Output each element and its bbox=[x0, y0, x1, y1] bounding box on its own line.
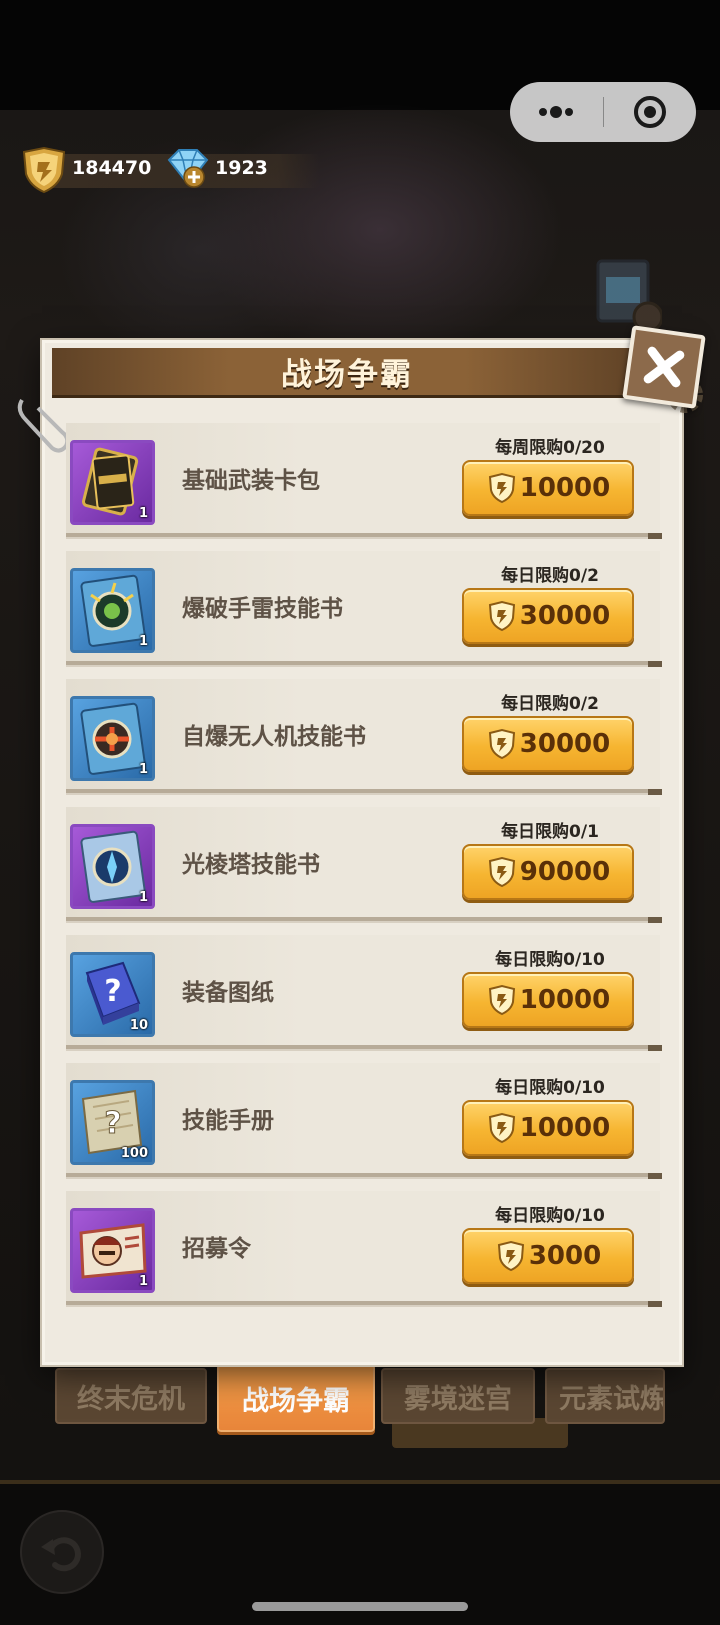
item-name: 技能手册 bbox=[182, 1108, 274, 1134]
buy-button[interactable]: 10000 bbox=[462, 1100, 634, 1156]
item-quantity: 1 bbox=[138, 890, 148, 905]
home-indicator[interactable] bbox=[252, 1602, 468, 1611]
shop-item-row: 1 爆破手雷技能书 每日限购0/2 30000 bbox=[66, 551, 662, 667]
panel-title: 战场争霸 bbox=[281, 357, 413, 393]
medal-count: 184470 bbox=[72, 157, 152, 179]
item-price: 10000 bbox=[519, 985, 611, 1015]
close-miniprogram-button[interactable] bbox=[604, 82, 697, 142]
mini-program-capsule bbox=[510, 82, 696, 142]
item-name: 招募令 bbox=[182, 1236, 251, 1262]
shop-tabs: 终末危机 战场争霸 雾境迷宫 元素试炼 bbox=[55, 1364, 665, 1438]
buy-button[interactable]: 90000 bbox=[462, 844, 634, 900]
add-diamond-icon[interactable] bbox=[183, 166, 205, 188]
bottom-band bbox=[0, 1480, 720, 1484]
tab-battlefield[interactable]: 战场争霸 bbox=[217, 1364, 375, 1432]
medal-coin-icon bbox=[488, 856, 515, 888]
item-name: 自爆无人机技能书 bbox=[182, 724, 366, 750]
prism-tower-skillbook-icon: 1 bbox=[70, 824, 155, 909]
item-name: 基础武装卡包 bbox=[182, 468, 320, 494]
item-price: 3000 bbox=[528, 1241, 602, 1271]
medal-coin-icon bbox=[488, 600, 515, 632]
item-name: 光棱塔技能书 bbox=[182, 852, 320, 878]
side-chest-icon bbox=[596, 259, 662, 333]
purchase-limit: 每日限购0/2 bbox=[501, 694, 599, 714]
purchase-limit: 每日限购0/10 bbox=[495, 950, 605, 970]
close-icon bbox=[643, 346, 685, 388]
drone-skillbook-icon: 1 bbox=[70, 696, 155, 781]
medal-coin-icon bbox=[488, 1112, 515, 1144]
medal-coin-icon bbox=[488, 728, 515, 760]
recruit-order-icon: 1 bbox=[70, 1208, 155, 1293]
purchase-limit: 每日限购0/1 bbox=[501, 822, 599, 842]
item-name: 装备图纸 bbox=[182, 980, 274, 1006]
item-name: 爆破手雷技能书 bbox=[182, 596, 343, 622]
buy-button[interactable]: 10000 bbox=[462, 972, 634, 1028]
shop-item-row: 1 基础武装卡包 每周限购0/20 10000 bbox=[66, 423, 662, 539]
paperclip-icon bbox=[17, 398, 70, 453]
buy-button[interactable]: 10000 bbox=[462, 460, 634, 516]
shop-item-row: 1 招募令 每日限购0/10 3000 bbox=[66, 1191, 662, 1307]
tab-fog-maze[interactable]: 雾境迷宫 bbox=[381, 1368, 535, 1424]
diamond-count: 1923 bbox=[215, 157, 268, 179]
purchase-limit: 每日限购0/10 bbox=[495, 1078, 605, 1098]
svg-text:?: ? bbox=[104, 974, 121, 1009]
card-pack-icon: 1 bbox=[70, 440, 155, 525]
buy-button[interactable]: 3000 bbox=[462, 1228, 634, 1284]
more-menu-button[interactable] bbox=[510, 82, 603, 142]
medal-shield-icon bbox=[22, 146, 66, 194]
panel-header: 战场争霸 bbox=[52, 348, 642, 398]
item-price: 10000 bbox=[519, 1113, 611, 1143]
shop-item-row: 1 光棱塔技能书 每日限购0/1 90000 bbox=[66, 807, 662, 923]
close-button[interactable] bbox=[622, 325, 706, 409]
item-price: 30000 bbox=[519, 601, 611, 631]
item-quantity: 10 bbox=[129, 1018, 148, 1033]
equipment-blueprint-icon: ? 10 bbox=[70, 952, 155, 1037]
back-button[interactable] bbox=[20, 1510, 104, 1594]
target-icon bbox=[633, 96, 666, 128]
shop-item-row: 1 自爆无人机技能书 每日限购0/2 30000 bbox=[66, 679, 662, 795]
svg-text:?: ? bbox=[104, 1106, 121, 1141]
item-quantity: 1 bbox=[138, 634, 148, 649]
shop-item-row: ? 10 装备图纸 每日限购0/10 10000 bbox=[66, 935, 662, 1051]
purchase-limit: 每日限购0/2 bbox=[501, 566, 599, 586]
item-quantity: 1 bbox=[138, 506, 148, 521]
purchase-limit: 每周限购0/20 bbox=[495, 438, 605, 458]
buy-button[interactable]: 30000 bbox=[462, 588, 634, 644]
item-quantity: 1 bbox=[138, 762, 148, 777]
grenade-skillbook-icon: 1 bbox=[70, 568, 155, 653]
tab-end-crisis[interactable]: 终末危机 bbox=[55, 1368, 207, 1424]
undo-arrow-icon bbox=[41, 1537, 81, 1572]
medal-coin-icon bbox=[488, 984, 515, 1016]
buy-button[interactable]: 30000 bbox=[462, 716, 634, 772]
skill-manual-icon: ? 100 bbox=[70, 1080, 155, 1165]
tab-element-trial[interactable]: 元素试炼 bbox=[545, 1368, 665, 1424]
medal-coin-icon bbox=[497, 1240, 524, 1272]
item-price: 10000 bbox=[519, 473, 611, 503]
purchase-limit: 每日限购0/10 bbox=[495, 1206, 605, 1226]
item-quantity: 1 bbox=[138, 1274, 148, 1289]
item-price: 30000 bbox=[519, 729, 611, 759]
medal-coin-icon bbox=[488, 472, 515, 504]
shop-item-row: ? 100 技能手册 每日限购0/10 10000 bbox=[66, 1063, 662, 1179]
item-price: 90000 bbox=[519, 857, 611, 887]
more-icon bbox=[539, 106, 574, 118]
item-quantity: 100 bbox=[120, 1146, 148, 1161]
